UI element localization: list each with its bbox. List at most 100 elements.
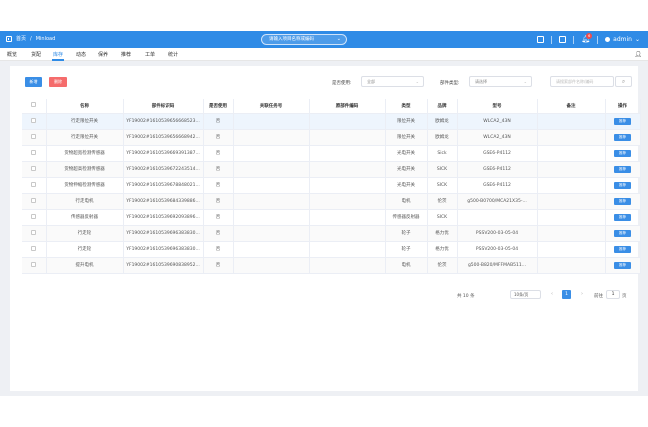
breadcrumb-home[interactable]: 首页 (16, 35, 26, 42)
chevron-down-icon: ⌄ (523, 79, 527, 84)
table-row[interactable]: 传感器反射器 YF19002#1610539692093896... 否传感器反射器… (22, 209, 641, 226)
delete-button[interactable]: 删除 (49, 77, 67, 87)
recommend-button[interactable]: 推荐 (614, 149, 631, 157)
cell-model: WLCA2_43N (457, 129, 538, 146)
select-all-checkbox[interactable] (31, 102, 37, 108)
row-select-cell[interactable] (22, 145, 47, 162)
cell-name: 行走轮 (46, 241, 124, 258)
cell-used: 否 (203, 241, 234, 258)
calendar-icon[interactable] (537, 36, 545, 43)
row-checkbox[interactable] (31, 261, 37, 267)
row-checkbox[interactable] (31, 229, 37, 235)
current-page-button[interactable]: 1 (562, 290, 571, 299)
grid-apps-icon[interactable] (559, 36, 567, 43)
cell-name: 行走限位开关 (46, 129, 124, 146)
table-row[interactable]: 货物超宽检测传感器 YF19002#1610539669391387... 否 光电开… (22, 145, 641, 162)
cell-task (233, 193, 310, 210)
cell-type: 光电开关 (385, 161, 428, 178)
breadcrumb: 首页 / Minload (6, 35, 55, 42)
table-row[interactable]: 提升电机 YF19002#1610539690838952... 否 电机 伦茨 g500… (22, 257, 641, 274)
recommend-button[interactable]: 推荐 (614, 197, 631, 205)
header-divider (573, 35, 575, 44)
row-select-cell[interactable] (22, 241, 47, 258)
row-select-cell[interactable] (22, 113, 47, 130)
row-checkbox[interactable] (31, 197, 37, 203)
recommend-button[interactable]: 推荐 (614, 165, 631, 173)
tab-recommend[interactable]: 推荐 (121, 51, 131, 58)
tab-dynamic[interactable]: 动态 (76, 51, 86, 58)
row-checkbox[interactable] (31, 165, 37, 171)
breadcrumb-current: Minload (35, 35, 56, 42)
cell-orig (309, 161, 386, 178)
inventory-panel: 新增 删除 是否使用: 全部 ⌄ 部件类型: 请选择 ⌄ 请搜索部件名称/编码 … (10, 66, 641, 391)
row-checkbox[interactable] (31, 133, 37, 139)
row-select-cell[interactable] (22, 257, 47, 274)
search-icon: ⌕ (621, 78, 626, 85)
select-all-cell[interactable] (22, 99, 47, 114)
goto-page-input[interactable]: 1 (606, 290, 620, 299)
recommend-button[interactable]: 推荐 (614, 245, 631, 253)
row-checkbox[interactable] (31, 213, 37, 219)
recommend-button[interactable]: 推荐 (614, 117, 631, 125)
row-select-cell[interactable] (22, 225, 47, 242)
table-row[interactable]: 行走轮 YF19002#1610539696383830... 否 轮子 格力优 PSSV… (22, 241, 641, 258)
notification-badge: 6 (586, 33, 593, 39)
recommend-button[interactable]: 推荐 (614, 133, 631, 141)
row-checkbox[interactable] (31, 181, 37, 187)
recommend-button[interactable]: 推荐 (614, 213, 631, 221)
cell-used: 否 (203, 145, 234, 162)
table-row[interactable]: 货物超高检测传感器 YF19002#1610539672243514... 否 光电开… (22, 161, 641, 178)
add-button[interactable]: 新增 (25, 77, 42, 87)
recommend-button[interactable]: 推荐 (614, 181, 631, 189)
tab-statistics[interactable]: 统计 (168, 51, 178, 58)
row-select-cell[interactable] (22, 177, 47, 194)
row-select-cell[interactable] (22, 161, 47, 178)
row-checkbox[interactable] (31, 245, 37, 251)
menu-toggle-icon[interactable] (6, 35, 12, 42)
filter-used-value: 全部 (367, 79, 375, 84)
cell-type: 轮子 (385, 225, 428, 242)
search-button[interactable]: ⌕ (615, 76, 632, 87)
goto-label: 前往 (594, 294, 603, 299)
tab-parts[interactable]: 货配 (31, 51, 41, 58)
person-icon[interactable]: 👤︎ (634, 51, 642, 58)
filter-type-select[interactable]: 请选择 ⌄ (469, 76, 532, 87)
table-header-row: 名称 部件标识码 是否使用 关联任务号 原部件编码 类型 品牌 型号 备注 操作 (22, 99, 641, 114)
table-row[interactable]: 行走限位开关 YF19002#1610539656668523... 否 限位开关 欧姆… (22, 113, 641, 130)
cell-name: 提升电机 (46, 257, 124, 274)
prev-page-button[interactable]: ‹ (551, 291, 553, 297)
project-search-input[interactable]: 请输入项目名称或编码 ⌄ (261, 34, 347, 45)
chevron-down-icon: ⌄ (415, 79, 419, 84)
table-row[interactable]: 行走轮 YF19002#1610539696383830... 否 轮子 格力优 PSSV… (22, 225, 641, 242)
row-select-cell[interactable] (22, 209, 47, 226)
cell-orig (309, 209, 386, 226)
cell-orig (309, 129, 386, 146)
table-row[interactable]: 行走限位开关 YF19002#1610539656668942... 否 限位开关 欧姆… (22, 129, 641, 146)
table-row[interactable]: 货物伸缩检测传感器 YF19002#1610539678848021... 否 光电开… (22, 177, 641, 194)
cell-orig (309, 241, 386, 258)
row-checkbox[interactable] (31, 117, 37, 123)
cell-task (233, 113, 310, 130)
recommend-button[interactable]: 推荐 (614, 229, 631, 237)
tab-overview[interactable]: 概览 (7, 51, 17, 58)
filter-used-select[interactable]: 全部 ⌄ (361, 76, 424, 87)
cell-brand: 伦茨 (427, 257, 458, 274)
tab-work-order[interactable]: 工单 (145, 51, 155, 58)
cell-brand: 伦茨 (427, 193, 458, 210)
cell-name: 行走轮 (46, 225, 124, 242)
bell-icon[interactable]: 🔔︎ 6 (581, 33, 593, 43)
tab-maintenance[interactable]: 保养 (98, 51, 108, 58)
cell-note (537, 241, 606, 258)
part-search-input[interactable]: 请搜索部件名称/编码 (550, 76, 614, 87)
cell-orig (309, 193, 386, 210)
row-select-cell[interactable] (22, 193, 47, 210)
cell-model: g500-B820/MFFMAB511... (457, 257, 538, 274)
page-size-select[interactable]: 10条/页 (510, 290, 541, 299)
tab-inventory[interactable]: 库存 (53, 51, 63, 58)
user-menu[interactable]: admin ⌄ (605, 36, 640, 43)
row-select-cell[interactable] (22, 129, 47, 146)
next-page-button[interactable]: › (581, 291, 583, 297)
table-row[interactable]: 行走电机 YF19002#1610539684339886... 否 电机 伦茨 g500… (22, 193, 641, 210)
row-checkbox[interactable] (31, 149, 37, 155)
recommend-button[interactable]: 推荐 (614, 261, 631, 269)
